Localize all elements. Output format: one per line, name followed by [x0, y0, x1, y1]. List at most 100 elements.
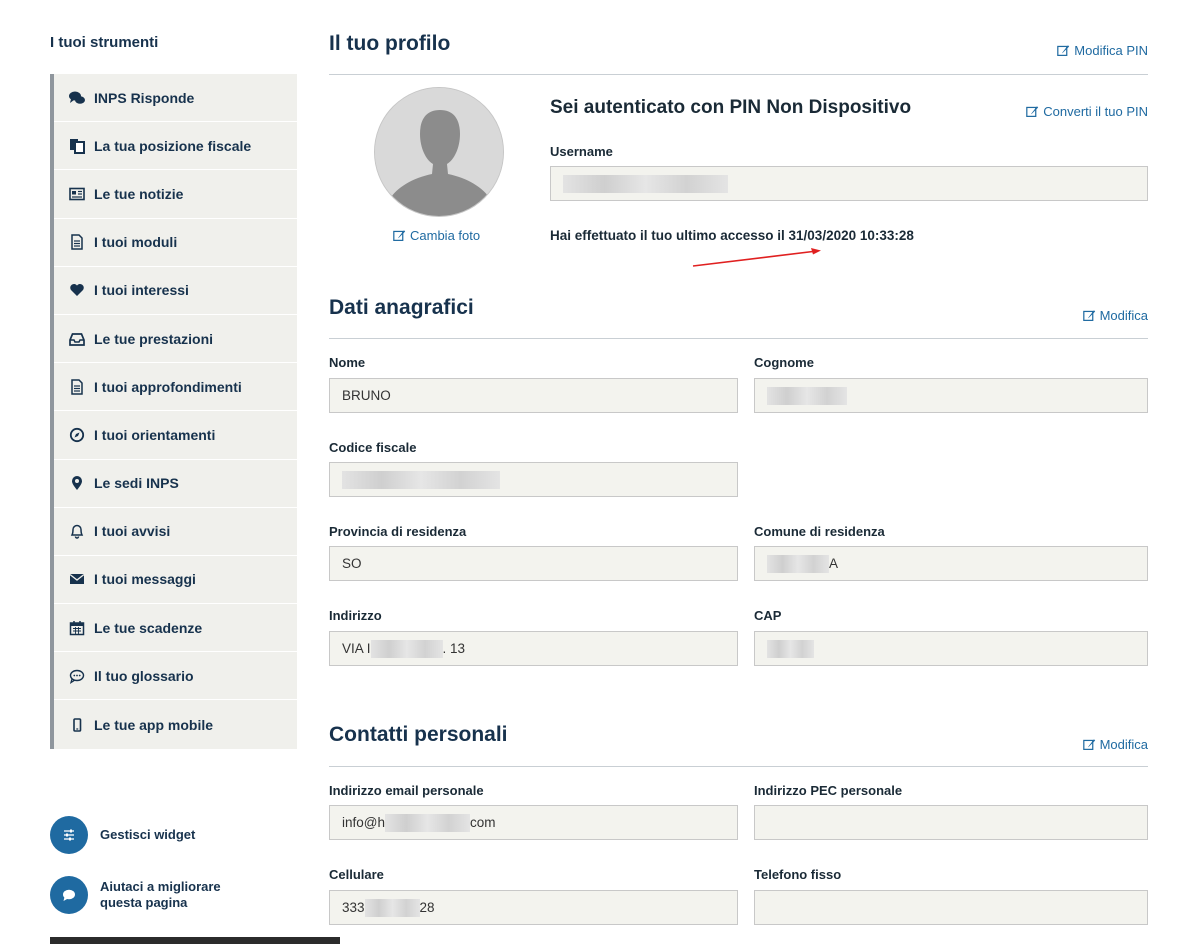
username-label: Username	[550, 144, 613, 159]
cf-label: Codice fiscale	[329, 440, 417, 455]
provincia-label: Provincia di residenza	[329, 524, 467, 539]
edit-icon	[1026, 106, 1039, 117]
modify-pin-link[interactable]: Modifica PIN	[1057, 43, 1148, 58]
indirizzo-label: Indirizzo	[329, 608, 382, 623]
documents-icon	[68, 138, 86, 154]
sidebar-item-label: I tuoi interessi	[94, 282, 189, 299]
file-text-icon	[68, 378, 86, 395]
section-divider	[329, 74, 1148, 75]
chat-bubbles-icon	[68, 90, 86, 106]
indirizzo-field: VIA I . 13	[329, 631, 738, 666]
username-field	[550, 166, 1148, 201]
redacted-value	[767, 639, 814, 658]
section-divider	[329, 338, 1148, 339]
sidebar-item-approfondimenti[interactable]: I tuoi approfondimenti	[54, 363, 297, 412]
email-field: info@h com	[329, 805, 738, 840]
sidebar-title: I tuoi strumenti	[50, 34, 159, 51]
redacted-value	[342, 470, 500, 489]
heart-icon	[68, 282, 86, 298]
telefono-label: Telefono fisso	[754, 867, 842, 882]
sidebar-item-prestazioni[interactable]: Le tue prestazioni	[54, 315, 297, 364]
feedback-label: Aiutaci a migliorare questa pagina	[100, 879, 221, 910]
sidebar-item-moduli[interactable]: I tuoi moduli	[54, 219, 297, 267]
sidebar-item-label: Il tuo glossario	[94, 667, 194, 684]
nome-label: Nome	[329, 355, 366, 370]
comune-label: Comune di residenza	[754, 524, 885, 539]
sidebar-item-label: INPS Risponde	[94, 89, 195, 106]
anagrafici-title: Dati anagrafici	[329, 296, 474, 319]
mobile-icon	[68, 717, 86, 733]
codice-fiscale-field	[329, 462, 738, 497]
sidebar-item-label: I tuoi avvisi	[94, 523, 171, 540]
sidebar-item-glossario[interactable]: Il tuo glossario	[54, 652, 297, 701]
map-marker-icon	[68, 475, 86, 491]
edit-icon	[1057, 45, 1070, 56]
edit-icon	[1082, 739, 1095, 750]
redacted-value	[767, 386, 847, 405]
calendar-icon	[68, 620, 86, 636]
sidebar-item-label: I tuoi messaggi	[94, 571, 196, 588]
user-silhouette-icon	[375, 88, 503, 216]
sidebar-item-label: La tua posizione fiscale	[94, 137, 252, 154]
modify-contatti-link[interactable]: Modifica	[1082, 737, 1148, 752]
redacted-value	[364, 898, 420, 917]
redacted-value	[563, 174, 728, 193]
redacted-value	[370, 639, 443, 658]
telefono-field	[754, 890, 1148, 925]
sidebar-item-scadenze[interactable]: Le tue scadenze	[54, 604, 297, 653]
edit-icon	[393, 230, 406, 241]
contatti-title: Contatti personali	[329, 723, 508, 746]
redacted-value	[384, 813, 470, 832]
cognome-label: Cognome	[754, 355, 814, 370]
sidebar-item-posizione-fiscale[interactable]: La tua posizione fiscale	[54, 122, 297, 171]
profile-title: Il tuo profilo	[329, 32, 451, 55]
sidebar-item-label: Le tue notizie	[94, 185, 184, 202]
sidebar-item-label: Le tue scadenze	[94, 619, 203, 636]
change-photo-label: Cambia foto	[410, 228, 481, 243]
sidebar-item-label: I tuoi approfondimenti	[94, 378, 242, 395]
sidebar-item-app-mobile[interactable]: Le tue app mobile	[54, 700, 297, 748]
compass-icon	[68, 427, 86, 443]
avatar	[374, 87, 504, 217]
sidebar-item-messaggi[interactable]: I tuoi messaggi	[54, 556, 297, 605]
modify-label: Modifica	[1099, 737, 1148, 752]
cellulare-label: Cellulare	[329, 867, 384, 882]
convert-pin-label: Converti il tuo PIN	[1043, 104, 1148, 119]
pec-label: Indirizzo PEC personale	[754, 783, 903, 798]
comune-field: A	[754, 546, 1148, 581]
nome-field: BRUNO	[329, 378, 738, 413]
sidebar-item-label: I tuoi moduli	[94, 234, 178, 251]
sidebar-menu: INPS Risponde La tua posizione fiscale L…	[50, 74, 297, 749]
sidebar-item-inps-risponde[interactable]: INPS Risponde	[54, 74, 297, 123]
file-text-icon	[68, 234, 86, 250]
envelope-icon	[68, 571, 86, 587]
cap-field	[754, 631, 1148, 666]
bell-icon	[68, 523, 86, 539]
sidebar-item-label: Le tue prestazioni	[94, 330, 214, 347]
sidebar-item-label: Le tue app mobile	[94, 716, 214, 733]
sidebar-item-interessi[interactable]: I tuoi interessi	[54, 267, 297, 315]
inbox-icon	[68, 331, 86, 347]
speech-bubble-icon	[50, 876, 88, 914]
newspaper-icon	[68, 186, 86, 202]
edit-icon	[1082, 310, 1095, 321]
sidebar-item-notizie[interactable]: Le tue notizie	[54, 170, 297, 219]
modify-anagrafici-link[interactable]: Modifica	[1082, 308, 1148, 323]
modify-pin-label: Modifica PIN	[1074, 43, 1148, 58]
annotation-arrow	[692, 248, 821, 267]
modify-label: Modifica	[1099, 308, 1148, 323]
sidebar-item-sedi[interactable]: Le sedi INPS	[54, 460, 297, 508]
sidebar-item-avvisi[interactable]: I tuoi avvisi	[54, 508, 297, 556]
sidebar-item-orientamenti[interactable]: I tuoi orientamenti	[54, 411, 297, 460]
manage-widget-button[interactable]: Gestisci widget	[50, 816, 195, 854]
cellulare-field: 333 28	[329, 890, 738, 925]
provincia-field: SO	[329, 546, 738, 581]
sliders-icon	[50, 816, 88, 854]
comment-dots-icon	[68, 668, 86, 684]
sidebar-item-label: I tuoi orientamenti	[94, 426, 216, 443]
pec-field	[754, 805, 1148, 840]
manage-widget-label: Gestisci widget	[100, 827, 196, 842]
convert-pin-link[interactable]: Converti il tuo PIN	[1026, 104, 1148, 119]
email-label: Indirizzo email personale	[329, 783, 484, 798]
feedback-button[interactable]: Aiutaci a migliorare questa pagina	[50, 876, 250, 914]
